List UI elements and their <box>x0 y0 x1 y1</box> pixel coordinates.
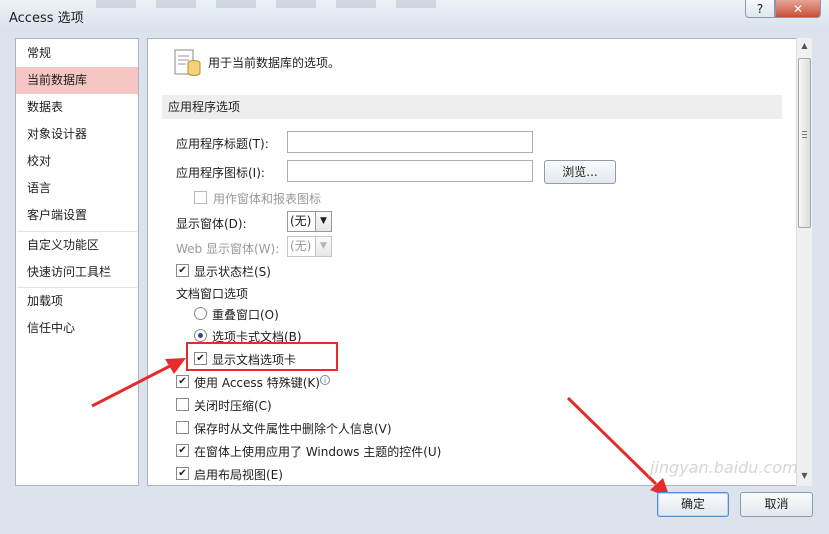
web-display-form-select[interactable]: (无) ▼ <box>287 236 332 257</box>
access-special-keys-checkbox[interactable]: ✔ <box>176 375 189 388</box>
nav-item-object-designers[interactable]: 对象设计器 <box>16 121 138 148</box>
scroll-up-icon[interactable]: ▲ <box>797 38 812 54</box>
chevron-down-icon[interactable]: ▼ <box>315 237 331 256</box>
nav-item-general[interactable]: 常规 <box>16 40 138 67</box>
compact-on-close-label: 关闭时压缩(C) <box>194 399 272 413</box>
grip-line <box>802 131 807 132</box>
scroll-down-icon[interactable]: ▼ <box>797 468 812 484</box>
web-display-form-label: Web 显示窗体(W): <box>176 242 280 256</box>
overlapping-windows-label: 重叠窗口(O) <box>212 308 279 322</box>
nav-item-language[interactable]: 语言 <box>16 175 138 202</box>
section-application-options: 应用程序选项 <box>162 95 782 119</box>
cancel-button[interactable]: 取消 <box>740 492 813 517</box>
windows-themed-controls-checkbox[interactable]: ✔ <box>176 444 189 457</box>
radio-selected-dot <box>198 333 203 338</box>
overlapping-windows-radio[interactable] <box>194 307 207 320</box>
title-bar: Access 选项 ? ✕ <box>0 0 829 30</box>
status-bar-checkbox[interactable]: ✔ <box>176 264 189 277</box>
web-display-form-value: (无) <box>290 239 312 253</box>
options-panel: 用于当前数据库的选项。 应用程序选项 应用程序标题(T): 应用程序图标(I):… <box>147 38 812 486</box>
browse-button[interactable]: 浏览... <box>544 160 616 184</box>
nav-item-proofing[interactable]: 校对 <box>16 148 138 175</box>
nav-item-quick-access-toolbar[interactable]: 快速访问工具栏 <box>16 259 138 286</box>
database-options-icon <box>174 49 201 76</box>
grip-line <box>802 134 807 135</box>
use-as-form-icon-label: 用作窗体和报表图标 <box>213 192 322 206</box>
info-icon[interactable]: i <box>320 375 330 385</box>
windows-themed-controls-label: 在窗体上使用应用了 Windows 主题的控件(U) <box>194 445 442 459</box>
nav-item-datasheet[interactable]: 数据表 <box>16 94 138 121</box>
nav-item-trust-center[interactable]: 信任中心 <box>16 315 138 342</box>
options-scrollbar[interactable]: ▲ ▼ <box>796 38 812 486</box>
nav-item-current-database[interactable]: 当前数据库 <box>16 67 138 94</box>
background-window-ghost <box>96 0 456 8</box>
use-as-form-icon-checkbox[interactable] <box>194 191 207 204</box>
chevron-down-icon[interactable]: ▼ <box>315 212 331 231</box>
help-button[interactable]: ? <box>745 0 775 18</box>
app-icon-label: 应用程序图标(I): <box>176 166 265 180</box>
nav-item-client-settings[interactable]: 客户端设置 <box>16 202 138 229</box>
enable-layout-view-checkbox[interactable]: ✔ <box>176 467 189 480</box>
app-title-label: 应用程序标题(T): <box>176 137 269 151</box>
enable-layout-view-label: 启用布局视图(E) <box>194 468 283 482</box>
app-icon-input[interactable] <box>287 160 533 182</box>
nav-item-add-ins[interactable]: 加载项 <box>16 288 138 315</box>
grip-line <box>802 137 807 138</box>
status-bar-label: 显示状态栏(S) <box>194 265 271 279</box>
nav-item-customize-ribbon[interactable]: 自定义功能区 <box>16 232 138 259</box>
compact-on-close-checkbox[interactable] <box>176 398 189 411</box>
doc-window-options-label: 文档窗口选项 <box>176 287 249 301</box>
close-button[interactable]: ✕ <box>775 0 821 18</box>
remove-personal-info-label: 保存时从文件属性中删除个人信息(V) <box>194 422 392 436</box>
ok-button[interactable]: 确定 <box>657 492 729 517</box>
window-title: Access 选项 <box>9 11 84 26</box>
annotation-highlight-box <box>186 342 338 371</box>
category-nav: 常规 当前数据库 数据表 对象设计器 校对 语言 客户端设置 自定义功能区 快速… <box>15 38 139 486</box>
remove-personal-info-checkbox[interactable] <box>176 421 189 434</box>
scroll-thumb[interactable] <box>798 58 811 228</box>
display-form-label: 显示窗体(D): <box>176 217 247 231</box>
display-form-select[interactable]: (无) ▼ <box>287 211 332 232</box>
display-form-value: (无) <box>290 214 312 228</box>
access-special-keys-label: 使用 Access 特殊键(K) <box>194 376 320 390</box>
app-title-input[interactable] <box>287 131 533 153</box>
panel-description: 用于当前数据库的选项。 <box>208 56 341 70</box>
tabbed-documents-radio[interactable] <box>194 329 207 342</box>
watermark: jingyan.baidu.com <box>650 458 798 477</box>
